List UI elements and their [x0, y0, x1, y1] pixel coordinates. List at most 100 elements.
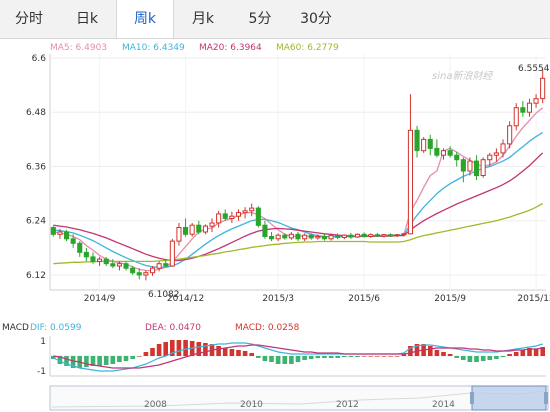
- candle-body: [401, 233, 407, 236]
- candle-body: [341, 234, 347, 238]
- macd-bar: [381, 356, 387, 357]
- macd-bar: [375, 356, 380, 357]
- candle-body: [103, 258, 109, 265]
- kline-widget: 分时 日k 周k 月k 5分 30分 MA5: 6.4903 MA10: 6.4…: [0, 0, 550, 412]
- ma-line-ma10: [53, 132, 544, 268]
- candle-body: [209, 222, 215, 227]
- macd-y-tick: 1: [40, 337, 46, 347]
- macd-bar: [103, 356, 109, 365]
- ma-lines: [53, 107, 544, 272]
- macd-bar: [216, 346, 221, 356]
- kline-chart[interactable]: MA5: 6.4903 MA10: 6.4349 MA20: 6.3964 MA…: [0, 0, 550, 412]
- candle-body: [355, 233, 361, 238]
- candle-body: [302, 234, 308, 240]
- candle-body: [374, 234, 380, 237]
- candle-body: [262, 224, 268, 237]
- candle-body: [493, 152, 499, 156]
- macd-bar: [269, 356, 274, 362]
- macd-bar: [302, 356, 307, 360]
- candle-body: [328, 235, 334, 240]
- macd-bar: [249, 353, 254, 356]
- last-price-label: 6.5554: [518, 64, 550, 74]
- macd-bar: [361, 356, 367, 357]
- candle-body: [116, 263, 123, 267]
- price-y-ticks: 6.6 6.48 6.36 6.24 6.12: [26, 54, 46, 281]
- candle-body: [242, 210, 248, 214]
- macd-value-legend: MACD: 0.0258: [235, 323, 300, 333]
- candle-body: [136, 272, 142, 276]
- macd-bar: [236, 350, 241, 356]
- macd-bar: [229, 349, 235, 356]
- candle-body: [123, 263, 129, 269]
- macd-bar: [117, 356, 122, 362]
- macd-bar: [242, 351, 248, 356]
- candle-body: [130, 267, 136, 274]
- macd-bar: [507, 354, 512, 356]
- candle-body: [460, 159, 466, 172]
- macd-bar: [308, 356, 314, 359]
- ma60-legend: MA60: 6.2779: [276, 43, 339, 53]
- navigator-right-handle[interactable]: [544, 392, 548, 404]
- candle-body: [447, 150, 453, 156]
- macd-bar: [150, 348, 155, 356]
- macd-bar: [487, 356, 493, 360]
- macd-dif-legend: DIF: 0.0599: [30, 323, 82, 333]
- y-tick-label: 6.24: [26, 217, 46, 227]
- macd-bar: [467, 356, 473, 362]
- x-tick-label: 2015/12: [517, 294, 550, 304]
- candle-body: [295, 233, 301, 240]
- candle-body: [526, 102, 533, 113]
- candle-body: [434, 147, 440, 156]
- macd-bar: [335, 356, 340, 358]
- candle-body: [315, 236, 321, 239]
- range-navigator[interactable]: 2008 2010 2012 2014: [49, 385, 549, 411]
- navigator-selection[interactable]: [471, 385, 547, 411]
- macd-dea-legend: DEA: 0.0470: [145, 323, 201, 333]
- candle-body: [440, 150, 446, 156]
- macd-bar: [474, 356, 479, 362]
- macd-bar: [176, 340, 182, 356]
- candle-body: [513, 107, 519, 127]
- x-tick-label: 2015/9: [434, 294, 466, 304]
- navigator-left-handle[interactable]: [470, 392, 474, 404]
- x-tick-label: 2014/9: [84, 294, 116, 304]
- macd-bar: [295, 356, 301, 362]
- price-grid: [49, 54, 546, 291]
- navigator-year: 2008: [144, 400, 167, 410]
- candle-body: [229, 215, 235, 219]
- candle-body: [97, 258, 103, 262]
- candle-body: [57, 231, 63, 235]
- macd-bar: [156, 344, 162, 356]
- candle-body: [222, 213, 228, 219]
- macd-bar: [97, 356, 102, 366]
- macd-bar: [222, 348, 228, 356]
- macd-bar: [262, 356, 268, 361]
- x-tick-label: 2015/3: [262, 294, 294, 304]
- navigator-year: 2012: [336, 400, 359, 410]
- macd-bar: [454, 356, 459, 358]
- y-tick-label: 6.6: [32, 54, 47, 64]
- candle-body: [143, 272, 149, 276]
- x-tick-label: 2015/6: [348, 294, 380, 304]
- candle-body: [414, 129, 420, 152]
- candle-body: [321, 236, 327, 240]
- macd-bar: [183, 340, 188, 356]
- candle-body: [275, 234, 281, 240]
- candle-body: [388, 234, 394, 237]
- candle-body: [90, 256, 96, 262]
- macd-bar: [428, 346, 433, 356]
- macd-bar: [256, 356, 261, 358]
- candle-body: [407, 129, 413, 235]
- candle-body: [381, 234, 387, 237]
- macd-bar: [84, 356, 89, 367]
- y-tick-label: 6.36: [26, 162, 46, 172]
- macd-bar: [447, 354, 453, 356]
- candle-body: [202, 225, 208, 233]
- macd-y-tick: -1: [37, 367, 46, 377]
- candle-body: [368, 234, 374, 237]
- candle-body: [110, 263, 116, 267]
- candle-body: [196, 224, 202, 233]
- macd-title: MACD: [2, 323, 29, 333]
- candle-body: [335, 235, 341, 238]
- macd-bar: [348, 356, 354, 357]
